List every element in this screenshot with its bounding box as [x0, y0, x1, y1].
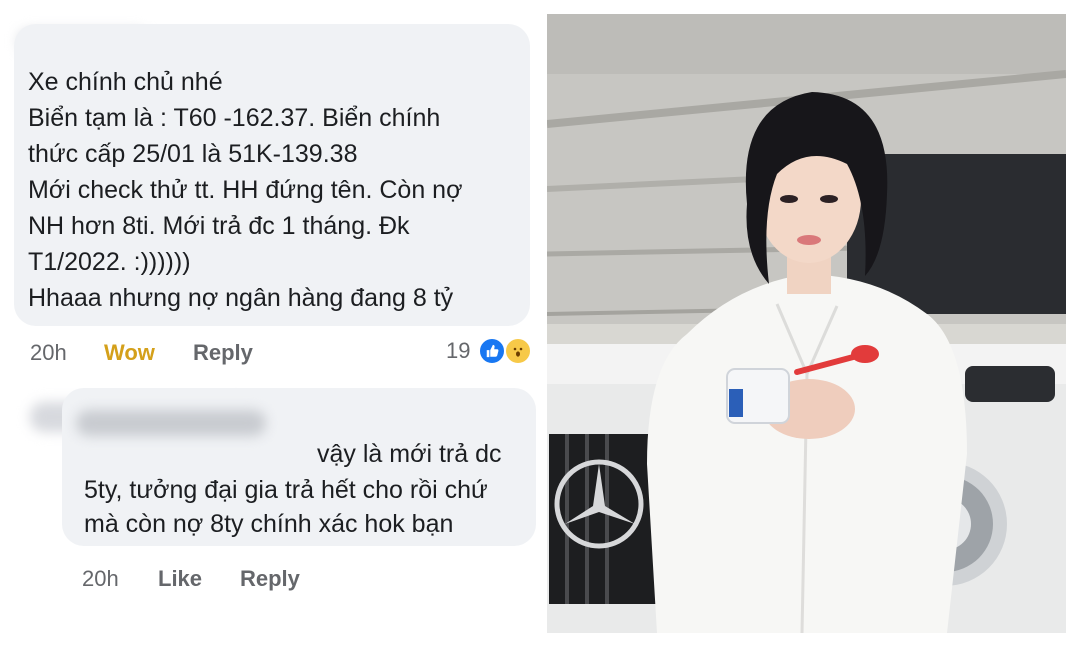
comment-text-line: Mới check thử tt. HH đứng tên. Còn nợ	[28, 176, 463, 204]
redacted-author-name	[76, 410, 266, 436]
comment-text-line: Biển tạm là : T60 -162.37. Biển chính	[28, 104, 441, 132]
like-button[interactable]: Like	[158, 566, 202, 592]
comment-bubble-2: vậy là mới trả dc 5ty, tưởng đại gia trả…	[62, 388, 536, 546]
comment-timestamp[interactable]: 20h	[82, 566, 119, 592]
photo-illustration	[547, 14, 1066, 633]
reaction-count[interactable]: 19	[446, 338, 470, 364]
comment-timestamp[interactable]: 20h	[30, 340, 67, 366]
comments-panel: Xe chính chủ nhé Biển tạm là : T60 -162.…	[0, 0, 540, 648]
comment-text-line: Hhaaa nhưng nợ ngân hàng đang 8 tỷ	[28, 284, 454, 312]
wow-icon	[504, 337, 532, 365]
reply-button[interactable]: Reply	[240, 566, 300, 592]
comment-text-line: thức cấp 25/01 là 51K-139.38	[28, 140, 358, 168]
comment-text-line: vậy là mới trả dc	[317, 440, 502, 468]
comment-text-line: NH hơn 8ti. Mới trả đc 1 tháng. Đk	[28, 212, 410, 240]
wow-reaction-button[interactable]: Wow	[104, 340, 155, 366]
comment-text-line: T1/2022. :))))))	[28, 248, 191, 276]
comment-text-line: mà còn nợ 8ty chính xác hok bạn	[84, 510, 454, 538]
comment-bubble-1: Xe chính chủ nhé Biển tạm là : T60 -162.…	[14, 24, 530, 326]
comment-text-line: 5ty, tưởng đại gia trả hết cho rồi chứ	[84, 476, 488, 504]
reply-button[interactable]: Reply	[193, 340, 253, 366]
photo	[547, 14, 1066, 633]
comment-text-line: Xe chính chủ nhé	[28, 68, 223, 96]
like-icon	[478, 337, 506, 365]
